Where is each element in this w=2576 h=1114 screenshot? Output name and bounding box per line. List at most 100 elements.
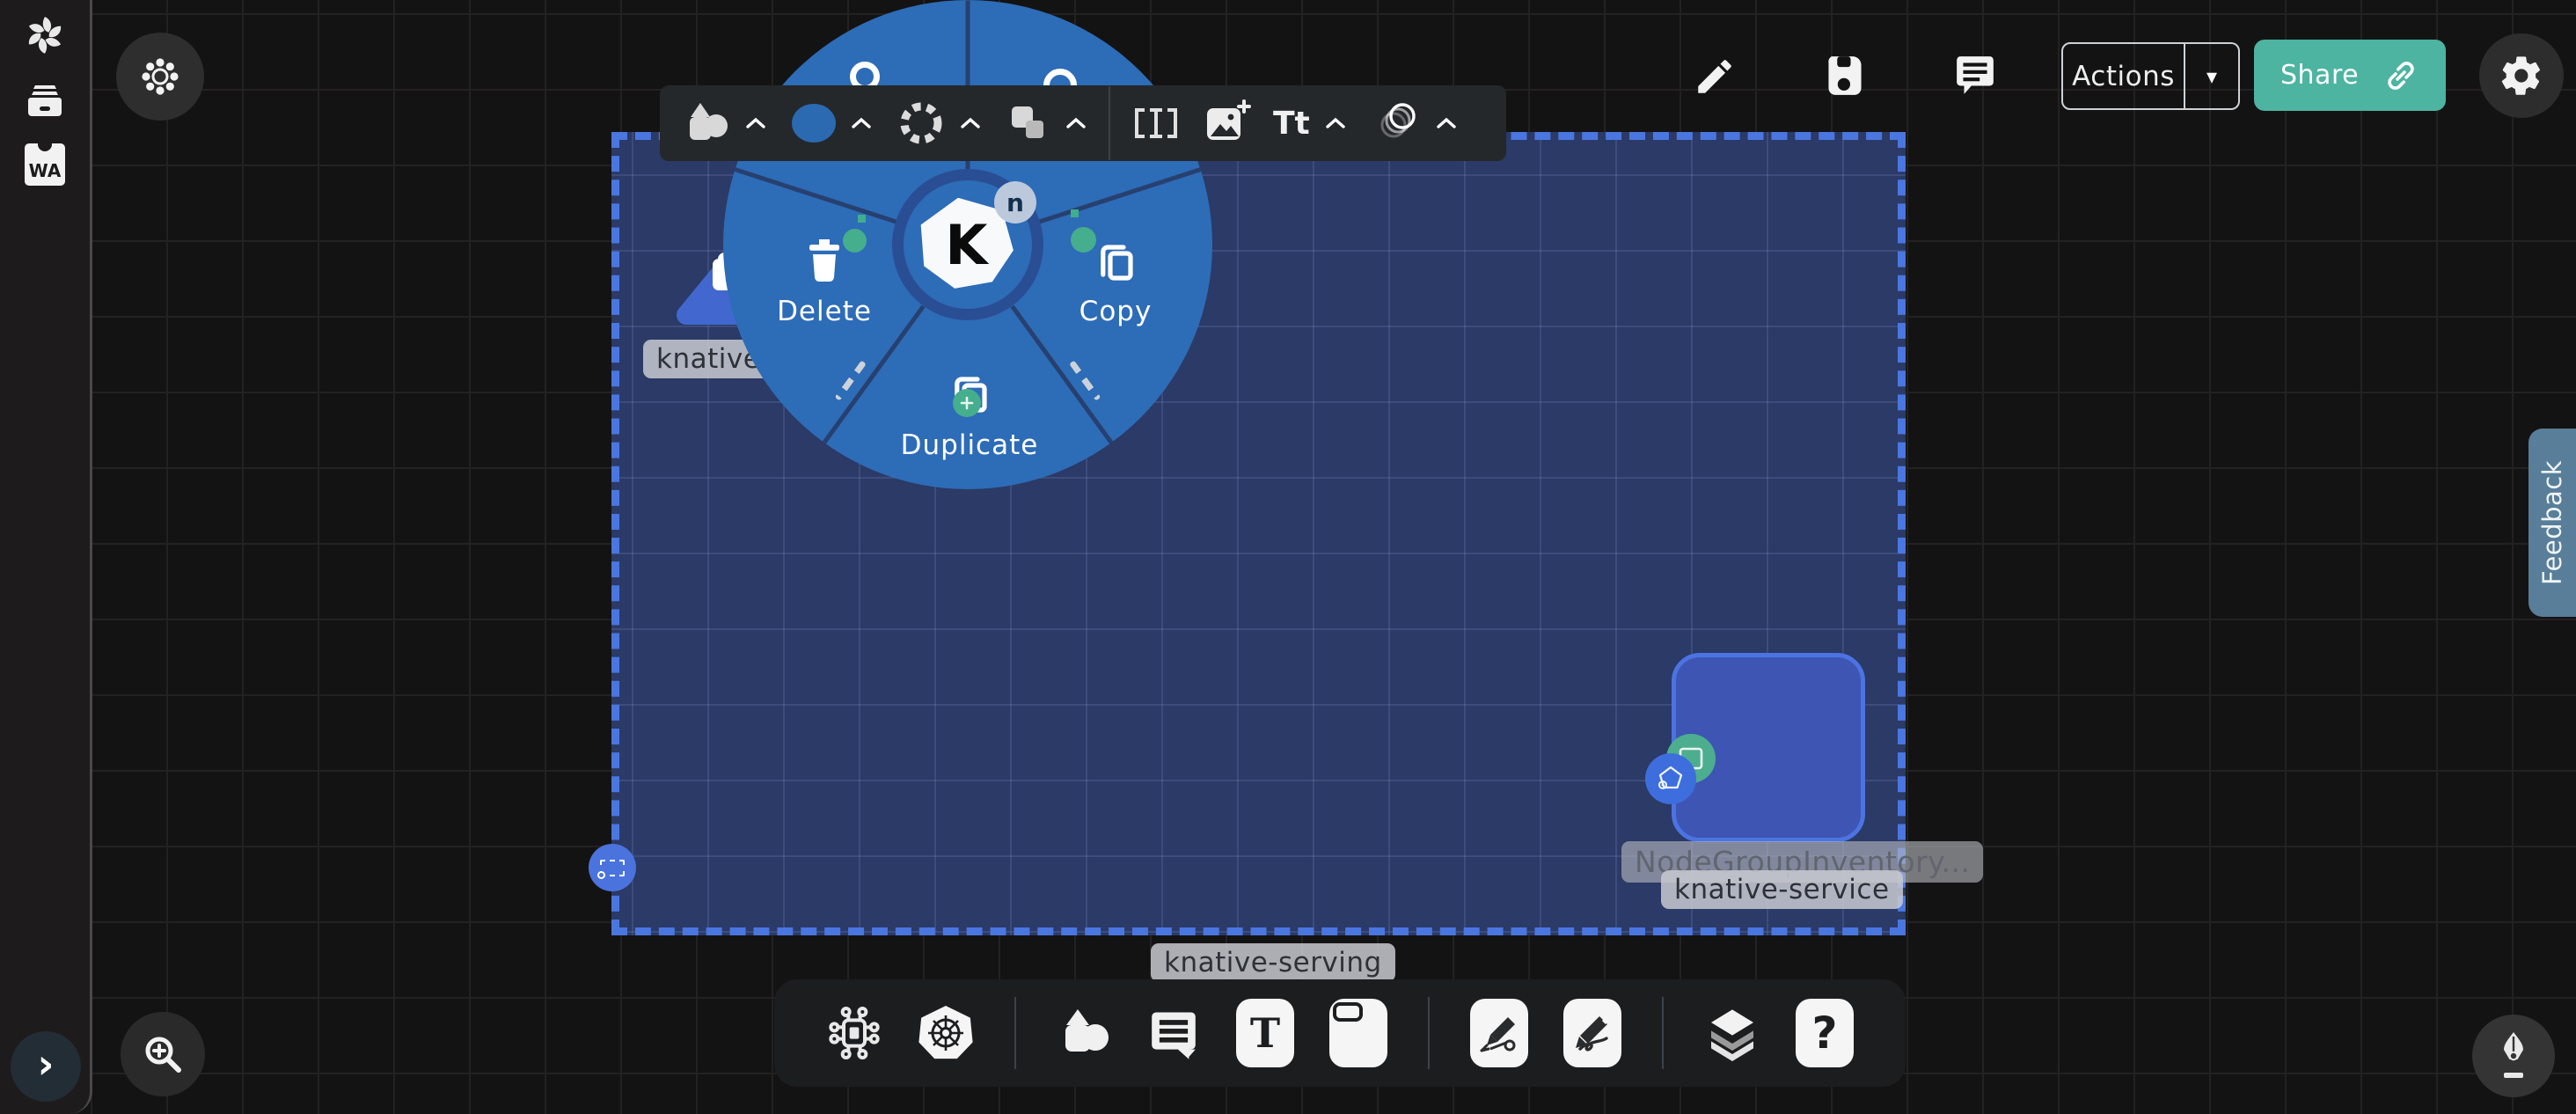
duplicate-plus-badge (953, 389, 981, 417)
font-size-glyph: Tt (1273, 106, 1310, 142)
toolbar-divider (1014, 997, 1016, 1069)
share-label: Share (2280, 60, 2359, 91)
gap-teal-tick (858, 215, 866, 223)
font-size-expand[interactable] (1325, 117, 1346, 129)
pen-tool-button[interactable] (2472, 1015, 2555, 1097)
tool-palette: T (774, 979, 1906, 1087)
magnifier-plus-icon (139, 1030, 187, 1078)
opacity-expand[interactable] (1436, 117, 1457, 129)
zoom-in-button[interactable] (121, 1012, 205, 1096)
link-icon (2382, 57, 2419, 94)
trash-icon (803, 238, 845, 283)
canvas[interactable]: knative-s NodeGroupInventory... knative-… (0, 0, 2576, 1114)
connector-pen-icon (1478, 1012, 1520, 1054)
chevron-up-icon (745, 117, 766, 129)
save-icon (1824, 55, 1866, 97)
shapes-icon (683, 99, 730, 147)
infrastructure-node-tool[interactable] (826, 1005, 882, 1061)
comments-icon (1953, 53, 1997, 97)
knative-logo-superscript: n (994, 181, 1036, 224)
chevron-up-icon (1065, 117, 1087, 129)
arrange-order-expand[interactable] (1065, 117, 1087, 129)
kubernetes-wheel-icon (926, 1014, 965, 1052)
node-primary-label[interactable]: knative-service (1661, 870, 1903, 909)
dashed-circle-icon (897, 99, 945, 147)
caret-down-icon: ▾ (2206, 64, 2217, 89)
text-tool-glyph: T (1250, 1009, 1280, 1057)
group-label[interactable]: knative-serving (1151, 943, 1395, 982)
infrastructure-node-icon (826, 1005, 882, 1061)
feedback-label: Feedback (2537, 460, 2567, 585)
chevron-up-icon (851, 117, 872, 129)
opacity-button[interactable] (1373, 99, 1421, 147)
layers-tool[interactable] (1704, 1005, 1760, 1061)
chevron-up-icon (1325, 117, 1346, 129)
archive-icon[interactable] (25, 81, 65, 125)
add-image-icon (1202, 99, 1251, 147)
radial-item-duplicate[interactable]: Duplicate (899, 373, 1040, 461)
text-tool[interactable]: T (1236, 999, 1294, 1067)
font-size-button[interactable]: Tt (1273, 106, 1310, 142)
text-width-button[interactable] (1132, 103, 1180, 143)
layers-icon (1704, 1005, 1760, 1061)
border-style-button[interactable] (897, 99, 945, 147)
settings-button[interactable] (2479, 33, 2564, 118)
app-logo-pinwheel-icon[interactable] (24, 14, 66, 60)
fill-color-button[interactable] (792, 104, 836, 143)
settings-gear-icon (2499, 53, 2544, 99)
shape-style-button[interactable] (683, 99, 730, 147)
pen-nib-icon (2493, 1030, 2534, 1081)
help-tool[interactable]: ? (1796, 999, 1854, 1067)
webassembly-badge-icon[interactable]: WA (25, 143, 65, 186)
selection-handle[interactable] (589, 844, 636, 891)
expand-panel-button[interactable]: › (11, 1031, 81, 1102)
actions-label: Actions (2063, 44, 2184, 108)
radial-item-copy[interactable]: Copy (1045, 238, 1186, 327)
add-image-button[interactable] (1202, 99, 1251, 147)
marquee-selection-icon (600, 860, 625, 876)
arrange-order-button[interactable] (1006, 101, 1050, 145)
stack-icon (1006, 101, 1050, 145)
help-glyph: ? (1811, 1008, 1837, 1059)
wa-label: WA (29, 160, 62, 181)
pencil-draw-tool[interactable] (1563, 999, 1621, 1067)
actions-button[interactable]: Actions ▾ (2061, 42, 2240, 110)
node-cluster-icon (137, 54, 183, 99)
wa-notch (38, 137, 52, 151)
cluster-tool-button[interactable] (116, 33, 204, 121)
comment-icon (1146, 1006, 1201, 1060)
chevron-up-icon (1436, 117, 1457, 129)
radial-item-label: Copy (1045, 296, 1186, 327)
status-dot (843, 229, 867, 253)
feedback-tab[interactable]: Feedback (2528, 429, 2576, 617)
shape-style-expand[interactable] (745, 117, 766, 129)
knative-badge-icon[interactable] (1645, 753, 1696, 804)
radial-context-menu: Delete Copy (723, 0, 1212, 489)
chevron-right-icon: › (38, 1044, 55, 1084)
status-dot (1071, 227, 1096, 253)
toolbar-divider (1428, 997, 1430, 1069)
border-style-expand[interactable] (960, 117, 981, 129)
copy-icon (1094, 238, 1138, 283)
radial-item-delete[interactable]: Delete (754, 238, 895, 327)
comments-button[interactable] (1953, 53, 1997, 100)
knative-logo-letter: K (945, 212, 987, 276)
edit-pencil-button[interactable] (1693, 55, 1737, 102)
fill-color-expand[interactable] (851, 117, 872, 129)
edit-pencil-icon (1693, 55, 1737, 99)
connector-pen-tool[interactable] (1470, 999, 1528, 1067)
sidebar: WA (0, 0, 92, 1114)
fill-color-swatch (792, 104, 836, 143)
opacity-circles-icon (1373, 99, 1421, 147)
actions-caret[interactable]: ▾ (2184, 44, 2238, 108)
context-toolbar: Tt (660, 85, 1506, 161)
chevron-up-icon (960, 117, 981, 129)
kubernetes-tool[interactable] (918, 1006, 974, 1060)
comment-tool[interactable] (1146, 1006, 1201, 1060)
pencil-icon (1571, 1012, 1614, 1054)
share-button[interactable]: Share (2254, 40, 2446, 111)
gap-teal-tick (1071, 209, 1079, 217)
save-button[interactable] (1824, 55, 1866, 100)
shapes-tool[interactable] (1057, 1006, 1111, 1060)
card-tool[interactable] (1329, 999, 1387, 1067)
